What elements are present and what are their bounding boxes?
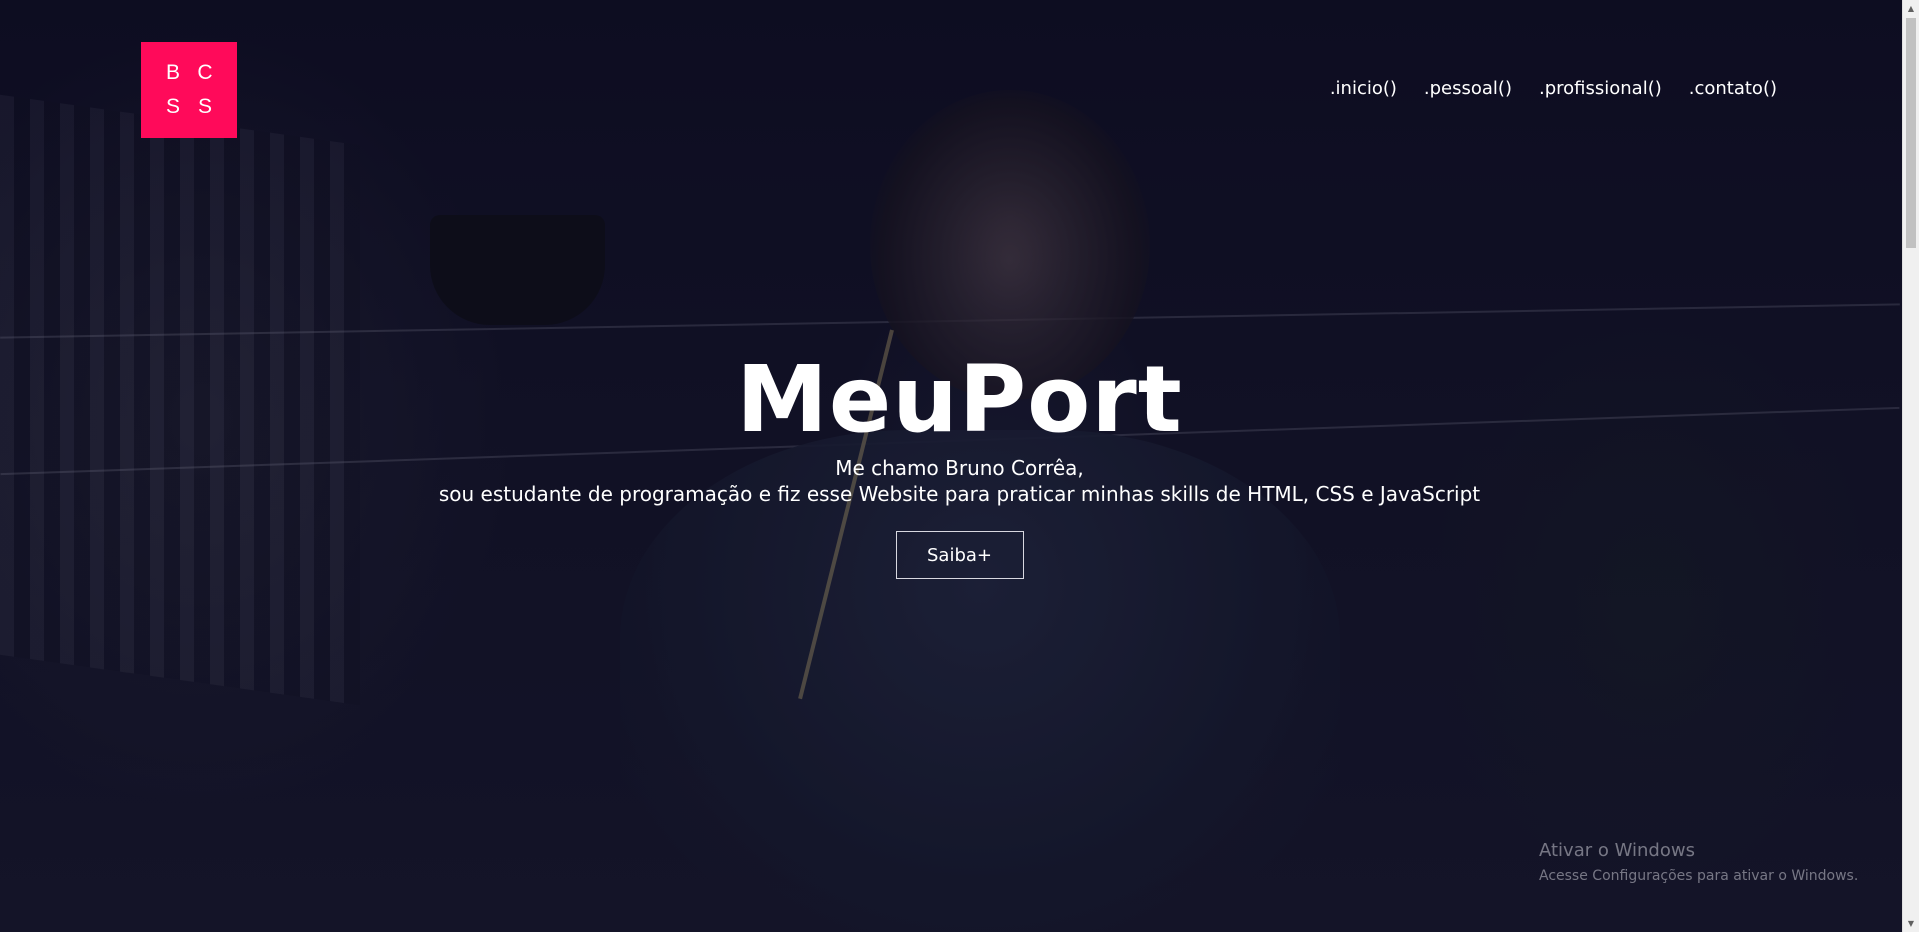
hero-intro-line-1: Me chamo Bruno Corrêa,: [835, 456, 1084, 480]
hero-section: MeuPort Me chamo Bruno Corrêa, sou estud…: [0, 345, 1919, 579]
logo-letter: C: [197, 61, 213, 84]
hero-intro-line-2: sou estudante de programação e fiz esse …: [438, 482, 1481, 506]
page: B C S S .inicio() .pessoal() .profission…: [0, 0, 1919, 932]
nav-link-contato[interactable]: .contato(): [1689, 78, 1777, 99]
nav-link-profissional[interactable]: .profissional(): [1539, 78, 1662, 99]
nav-link-inicio[interactable]: .inicio(): [1330, 78, 1397, 99]
vertical-scrollbar[interactable]: ▲ ▼: [1902, 0, 1919, 932]
watermark-subtitle: Acesse Configurações para ativar o Windo…: [1539, 868, 1859, 884]
chevron-down-icon[interactable]: ▼: [1903, 915, 1919, 932]
watermark-title: Ativar o Windows: [1539, 840, 1695, 861]
windows-activation-watermark: Ativar o Windows Acesse Configurações pa…: [1539, 840, 1858, 886]
nav-link-pessoal[interactable]: .pessoal(): [1424, 78, 1512, 99]
hero-title: MeuPort: [736, 346, 1183, 453]
saiba-mais-button[interactable]: Saiba+: [895, 531, 1024, 579]
scrollbar-thumb[interactable]: [1906, 18, 1916, 248]
logo-letter: S: [165, 95, 180, 118]
chevron-up-icon[interactable]: ▲: [1903, 0, 1919, 17]
logo-letter: S: [197, 95, 212, 118]
logo-letter: B: [165, 61, 180, 84]
logo-link[interactable]: B C S S: [141, 42, 237, 138]
main-nav: .inicio() .pessoal() .profissional() .co…: [1330, 78, 1777, 99]
